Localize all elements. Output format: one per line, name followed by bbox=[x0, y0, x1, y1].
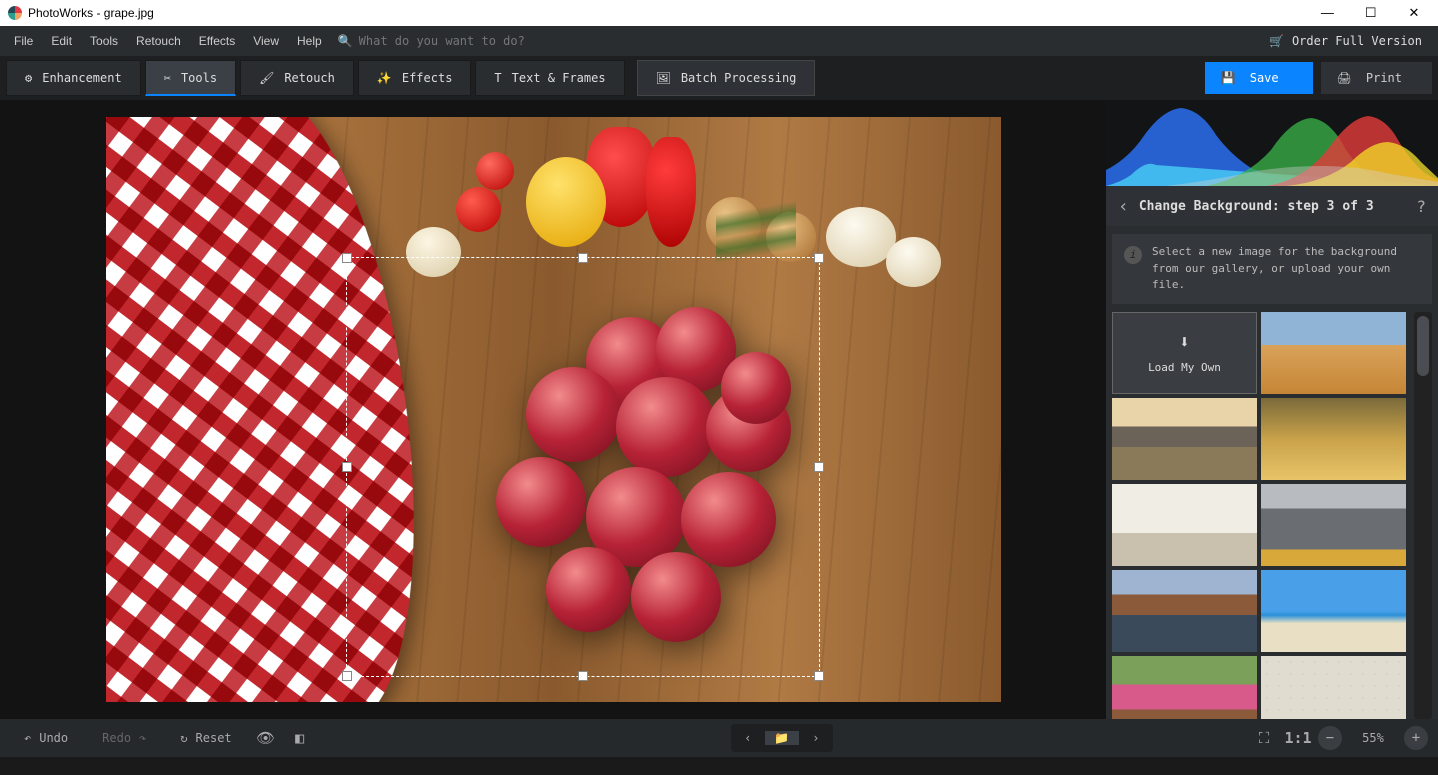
maximize-button[interactable]: ☐ bbox=[1351, 5, 1391, 21]
background-gallery: ⬇ Load My Own bbox=[1106, 312, 1438, 720]
histogram bbox=[1106, 100, 1438, 186]
menu-edit[interactable]: Edit bbox=[43, 30, 80, 52]
redo-icon: ↷ bbox=[139, 731, 146, 745]
save-icon: 💾 bbox=[1221, 71, 1236, 85]
menu-view[interactable]: View bbox=[245, 30, 287, 52]
bg-thumb-paper-texture[interactable] bbox=[1261, 656, 1406, 720]
sliders-icon: ⚙ bbox=[25, 71, 32, 85]
bg-thumb-city-street[interactable] bbox=[1261, 484, 1406, 566]
bg-thumb-flower-path[interactable] bbox=[1112, 656, 1257, 720]
brush-icon: 🖌 bbox=[259, 71, 274, 85]
print-icon: 🖨 bbox=[1337, 71, 1352, 85]
actual-size-button[interactable]: 1:1 bbox=[1284, 724, 1312, 752]
cart-icon: 🛒 bbox=[1269, 34, 1284, 48]
panel-header: ‹ Change Background: step 3 of 3 ? bbox=[1106, 186, 1438, 226]
redo-button[interactable]: Redo ↷ bbox=[88, 724, 160, 752]
next-file-button[interactable]: › bbox=[799, 731, 833, 745]
info-icon: i bbox=[1124, 246, 1142, 264]
download-icon: ⬇ bbox=[1179, 332, 1190, 353]
bg-thumb-desert[interactable] bbox=[1261, 312, 1406, 394]
help-icon[interactable]: ? bbox=[1416, 197, 1426, 216]
bottombar: ↶ Undo Redo ↷ ↻ Reset 👁 ◧ ‹ 📁 › ⛶ 1:1 − … bbox=[0, 719, 1438, 757]
open-folder-button[interactable]: 📁 bbox=[765, 731, 799, 745]
bg-thumb-canal-town[interactable] bbox=[1112, 570, 1257, 652]
reset-icon: ↻ bbox=[180, 731, 187, 745]
menu-file[interactable]: File bbox=[6, 30, 41, 52]
bg-thumb-living-room[interactable] bbox=[1112, 484, 1257, 566]
zoom-out-button[interactable]: − bbox=[1318, 726, 1342, 750]
tab-tools[interactable]: ✂ Tools bbox=[145, 60, 236, 96]
bg-thumb-autumn-park[interactable] bbox=[1261, 398, 1406, 480]
reset-button[interactable]: ↻ Reset bbox=[166, 724, 245, 752]
right-panel: ‹ Change Background: step 3 of 3 ? i Sel… bbox=[1106, 100, 1438, 719]
save-button[interactable]: 💾 Save bbox=[1205, 62, 1313, 94]
image-stack-icon: 🖼 bbox=[656, 71, 671, 85]
panel-title: Change Background: step 3 of 3 bbox=[1139, 199, 1374, 214]
text-icon: T bbox=[494, 71, 501, 85]
menu-retouch[interactable]: Retouch bbox=[128, 30, 189, 52]
menu-help[interactable]: Help bbox=[289, 30, 330, 52]
order-full-version-button[interactable]: 🛒 Order Full Version bbox=[1259, 34, 1432, 48]
load-my-own-button[interactable]: ⬇ Load My Own bbox=[1112, 312, 1257, 394]
app-icon bbox=[8, 6, 22, 20]
tab-effects[interactable]: ✨ Effects bbox=[358, 60, 472, 96]
undo-icon: ↶ bbox=[24, 731, 31, 745]
crop-icon: ✂ bbox=[164, 71, 171, 85]
back-icon[interactable]: ‹ bbox=[1118, 196, 1129, 217]
print-button[interactable]: 🖨 Print bbox=[1321, 62, 1432, 94]
sparkle-icon: ✨ bbox=[377, 71, 392, 85]
canvas-area[interactable] bbox=[0, 100, 1106, 719]
window-titlebar: PhotoWorks - grape.jpg — ☐ ✕ bbox=[0, 0, 1438, 26]
bg-thumb-beach[interactable] bbox=[1261, 570, 1406, 652]
menu-effects[interactable]: Effects bbox=[191, 30, 243, 52]
close-button[interactable]: ✕ bbox=[1394, 5, 1434, 21]
tab-text-frames[interactable]: T Text & Frames bbox=[475, 60, 624, 96]
window-title: PhotoWorks - grape.jpg bbox=[28, 6, 154, 20]
batch-processing-button[interactable]: 🖼 Batch Processing bbox=[637, 60, 816, 96]
preview-toggle-icon[interactable]: 👁 bbox=[252, 724, 280, 752]
file-nav-group: ‹ 📁 › bbox=[731, 724, 833, 752]
toolbar: ⚙ Enhancement ✂ Tools 🖌 Retouch ✨ Effect… bbox=[0, 56, 1438, 100]
tab-enhancement[interactable]: ⚙ Enhancement bbox=[6, 60, 141, 96]
undo-button[interactable]: ↶ Undo bbox=[10, 724, 82, 752]
order-label: Order Full Version bbox=[1292, 34, 1422, 48]
info-text: Select a new image for the background fr… bbox=[1152, 244, 1420, 294]
menubar: File Edit Tools Retouch Effects View Hel… bbox=[0, 26, 1438, 56]
minimize-button[interactable]: — bbox=[1307, 5, 1347, 20]
info-box: i Select a new image for the background … bbox=[1112, 234, 1432, 304]
prev-file-button[interactable]: ‹ bbox=[731, 731, 765, 745]
search-icon: 🔍 bbox=[338, 34, 353, 48]
bg-thumb-city-sunset[interactable] bbox=[1112, 398, 1257, 480]
search-input[interactable] bbox=[359, 34, 659, 48]
selection-rect[interactable] bbox=[346, 257, 820, 677]
photo-preview[interactable] bbox=[106, 117, 1001, 702]
compare-icon[interactable]: ◧ bbox=[286, 724, 314, 752]
fit-screen-icon[interactable]: ⛶ bbox=[1250, 724, 1278, 752]
zoom-in-button[interactable]: + bbox=[1404, 726, 1428, 750]
zoom-value: 55% bbox=[1348, 731, 1398, 745]
menu-tools[interactable]: Tools bbox=[82, 30, 126, 52]
gallery-scrollbar[interactable] bbox=[1414, 312, 1432, 720]
tab-retouch[interactable]: 🖌 Retouch bbox=[240, 60, 354, 96]
gallery-scroll-thumb[interactable] bbox=[1417, 316, 1429, 376]
